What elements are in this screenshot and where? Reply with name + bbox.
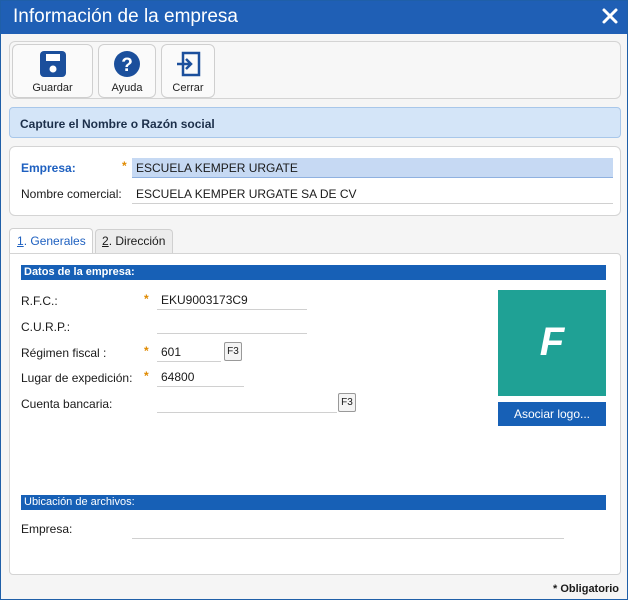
rfc-label: R.F.C.: <box>21 294 58 308</box>
required-marker: * <box>144 344 149 358</box>
lugar-expedicion-label: Lugar de expedición: <box>21 371 133 385</box>
help-button-label: Ayuda <box>111 82 143 94</box>
cuenta-bancaria-label: Cuenta bancaria: <box>21 397 113 411</box>
cuenta-bancaria-lookup-button[interactable]: F3 <box>338 393 356 412</box>
save-button-label: Guardar <box>32 82 73 94</box>
required-marker: * <box>122 159 127 173</box>
regimen-fiscal-label: Régimen fiscal : <box>21 346 107 360</box>
toolbar: Guardar ? Ayuda Cerrar <box>9 41 621 99</box>
exit-icon <box>174 50 202 81</box>
files-empresa-input[interactable] <box>132 519 564 539</box>
empresa-input[interactable]: ESCUELA KEMPER URGATE <box>132 158 613 178</box>
generales-panel: Datos de la empresa: R.F.C.: * EKU900317… <box>9 253 621 575</box>
tab-direccion[interactable]: 2. Dirección <box>95 229 173 253</box>
help-icon: ? <box>113 50 141 81</box>
nombre-comercial-input[interactable]: ESCUELA KEMPER URGATE SA DE CV <box>132 184 613 204</box>
tab-generales-label: . Generales <box>23 234 86 248</box>
tab-direccion-key: 2 <box>102 234 109 248</box>
regimen-fiscal-lookup-button[interactable]: F3 <box>224 342 242 361</box>
title-bar: Información de la empresa <box>1 1 627 34</box>
save-icon <box>39 50 67 81</box>
empresa-label: Empresa: <box>21 161 76 175</box>
logo-letter: F <box>539 320 565 364</box>
required-marker: * <box>144 292 149 306</box>
tab-generales[interactable]: 1. Generales <box>9 228 93 254</box>
help-button[interactable]: ? Ayuda <box>98 44 156 98</box>
instruction-banner: Capture el Nombre o Razón social <box>9 107 621 138</box>
regimen-fiscal-input[interactable]: 601 <box>157 342 221 362</box>
lugar-expedicion-input[interactable]: 64800 <box>157 367 244 387</box>
curp-label: C.U.R.P.: <box>21 320 71 334</box>
svg-text:?: ? <box>121 55 133 76</box>
dialog-window: Información de la empresa Guardar ? Ayud… <box>0 0 628 600</box>
cuenta-bancaria-input[interactable] <box>157 393 337 413</box>
datos-empresa-header: Datos de la empresa: <box>21 265 606 280</box>
close-icon[interactable] <box>601 6 619 26</box>
ubicacion-archivos-header: Ubicación de archivos: <box>21 495 606 510</box>
files-empresa-label: Empresa: <box>21 522 73 536</box>
save-button[interactable]: Guardar <box>12 44 93 98</box>
company-logo: F <box>498 290 606 396</box>
window-title: Información de la empresa <box>13 6 238 27</box>
nombre-comercial-label: Nombre comercial: <box>21 187 122 201</box>
close-button-label: Cerrar <box>172 82 204 94</box>
rfc-input[interactable]: EKU9003173C9 <box>157 290 307 310</box>
required-footnote: * Obligatorio <box>553 583 619 595</box>
company-name-panel: Empresa: * ESCUELA KEMPER URGATE Nombre … <box>9 146 621 216</box>
curp-input[interactable] <box>157 314 307 334</box>
tab-generales-key: 1 <box>17 234 24 248</box>
associate-logo-button[interactable]: Asociar logo... <box>498 402 606 426</box>
close-button[interactable]: Cerrar <box>161 44 215 98</box>
required-marker: * <box>144 369 149 383</box>
tab-direccion-label: . Dirección <box>108 234 166 248</box>
